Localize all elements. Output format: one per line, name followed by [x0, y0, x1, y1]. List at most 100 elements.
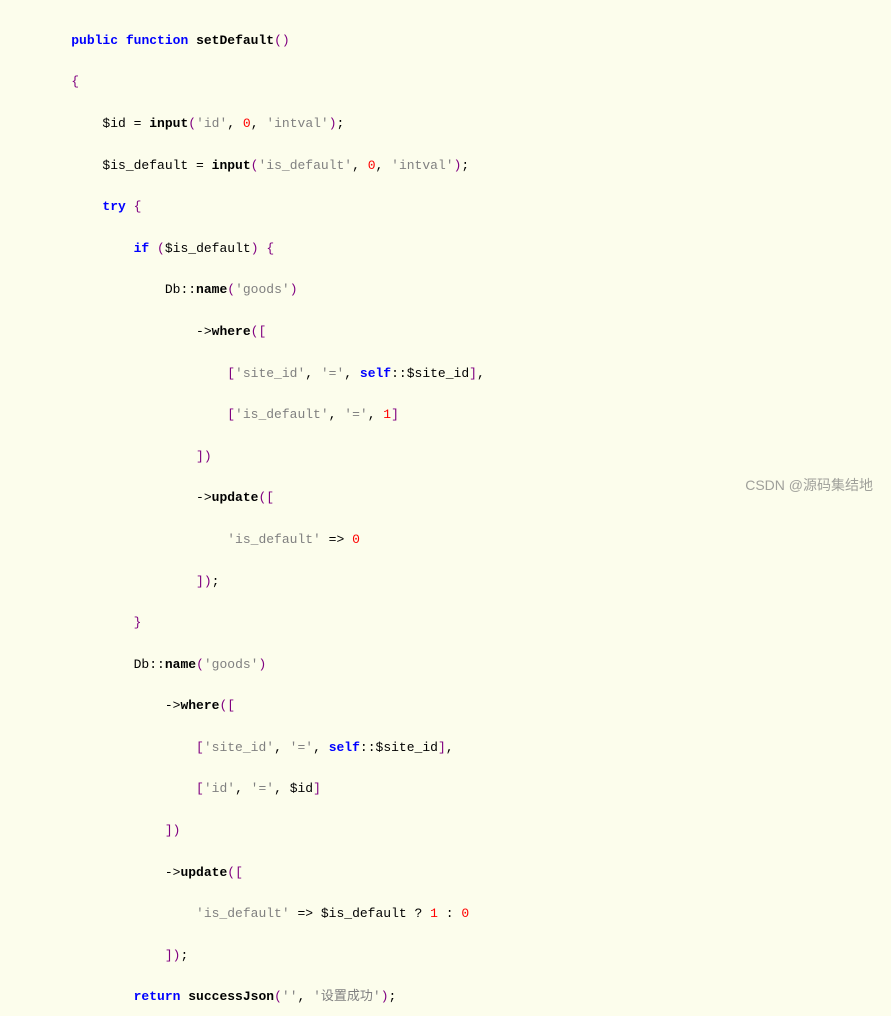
paren: ) [204, 574, 212, 589]
code-line: } [40, 613, 871, 634]
code-line: Db::name('goods') [40, 655, 871, 676]
code-line: Db::name('goods') [40, 280, 871, 301]
string: 'is_default' [196, 906, 290, 921]
variable: $is_default [321, 906, 407, 921]
string: '=' [290, 740, 313, 755]
method: update [180, 865, 227, 880]
paren: ( [219, 698, 227, 713]
code-line: ['site_id', '=', self::$site_id], [40, 364, 871, 385]
method: name [165, 657, 196, 672]
paren: ) [381, 989, 389, 1004]
string: '=' [251, 781, 274, 796]
paren: ) [329, 116, 337, 131]
brace: } [134, 615, 142, 630]
string: 'site_id' [235, 366, 305, 381]
function-name: setDefault [196, 33, 274, 48]
paren: ( [188, 116, 196, 131]
code-line: $is_default = input('is_default', 0, 'in… [40, 156, 871, 177]
string: 'is_default' [258, 158, 352, 173]
string: 'intval' [266, 116, 328, 131]
number: 0 [368, 158, 376, 173]
paren: ) [204, 449, 212, 464]
code-line: ->where([ [40, 696, 871, 717]
code-line: ]); [40, 572, 871, 593]
string: '=' [321, 366, 344, 381]
paren: ( [157, 241, 165, 256]
number: 1 [430, 906, 438, 921]
bracket: ] [165, 948, 173, 963]
function-call: successJson [188, 989, 274, 1004]
class-name: Db [165, 282, 181, 297]
string: 'site_id' [204, 740, 274, 755]
string: '=' [344, 407, 367, 422]
code-line: if ($is_default) { [40, 239, 871, 260]
paren: ) [173, 823, 181, 838]
variable: $is_default [102, 158, 188, 173]
code-line: $id = input('id', 0, 'intval'); [40, 114, 871, 135]
number: 1 [383, 407, 391, 422]
bracket: [ [196, 781, 204, 796]
code-line: public function setDefault() [40, 31, 871, 52]
string: 'intval' [391, 158, 453, 173]
bracket: [ [196, 740, 204, 755]
keyword: return [134, 989, 181, 1004]
brace: { [71, 74, 79, 89]
bracket: ] [313, 781, 321, 796]
string: 'is_default' [235, 407, 329, 422]
keyword: try [102, 199, 125, 214]
code-line: ]) [40, 447, 871, 468]
string: 'is_default' [227, 532, 321, 547]
bracket: ] [165, 823, 173, 838]
code-line: ]); [40, 946, 871, 967]
code-line: ['site_id', '=', self::$site_id], [40, 738, 871, 759]
keyword: self [360, 366, 391, 381]
bracket: [ [227, 366, 235, 381]
method: update [212, 490, 259, 505]
class-name: Db [134, 657, 150, 672]
watermark: CSDN @源码集结地 [745, 474, 873, 496]
string: 'goods' [235, 282, 290, 297]
method: name [196, 282, 227, 297]
bracket: ] [196, 574, 204, 589]
bracket: [ [258, 324, 266, 339]
string: '设置成功' [313, 989, 381, 1004]
keyword: if [134, 241, 150, 256]
paren: ( [227, 282, 235, 297]
paren: ) [258, 657, 266, 672]
code-line: ['id', '=', $id] [40, 779, 871, 800]
string: 'id' [196, 116, 227, 131]
function-call: input [212, 158, 251, 173]
bracket: ] [469, 366, 477, 381]
brace: { [266, 241, 274, 256]
code-line: return successJson('', '设置成功'); [40, 987, 871, 1008]
keyword: function [126, 33, 188, 48]
variable: $id [290, 781, 313, 796]
number: 0 [352, 532, 360, 547]
paren: ) [173, 948, 181, 963]
variable: $site_id [376, 740, 438, 755]
method: where [180, 698, 219, 713]
number: 0 [461, 906, 469, 921]
code-line: 'is_default' => 0 [40, 530, 871, 551]
variable: $is_default [165, 241, 251, 256]
brace: { [134, 199, 142, 214]
bracket: ] [391, 407, 399, 422]
paren: ( [227, 865, 235, 880]
code-block: public function setDefault() { $id = inp… [40, 10, 871, 1016]
variable: $id [102, 116, 125, 131]
code-line: ->update([ [40, 863, 871, 884]
paren: ) [454, 158, 462, 173]
method: where [212, 324, 251, 339]
string: 'id' [204, 781, 235, 796]
string: 'goods' [204, 657, 259, 672]
variable: $site_id [407, 366, 469, 381]
paren: ( [196, 657, 204, 672]
bracket: ] [438, 740, 446, 755]
bracket: [ [227, 407, 235, 422]
code-line: try { [40, 197, 871, 218]
function-call: input [149, 116, 188, 131]
keyword: public [71, 33, 118, 48]
code-line: ]) [40, 821, 871, 842]
paren: ) [290, 282, 298, 297]
bracket: [ [266, 490, 274, 505]
